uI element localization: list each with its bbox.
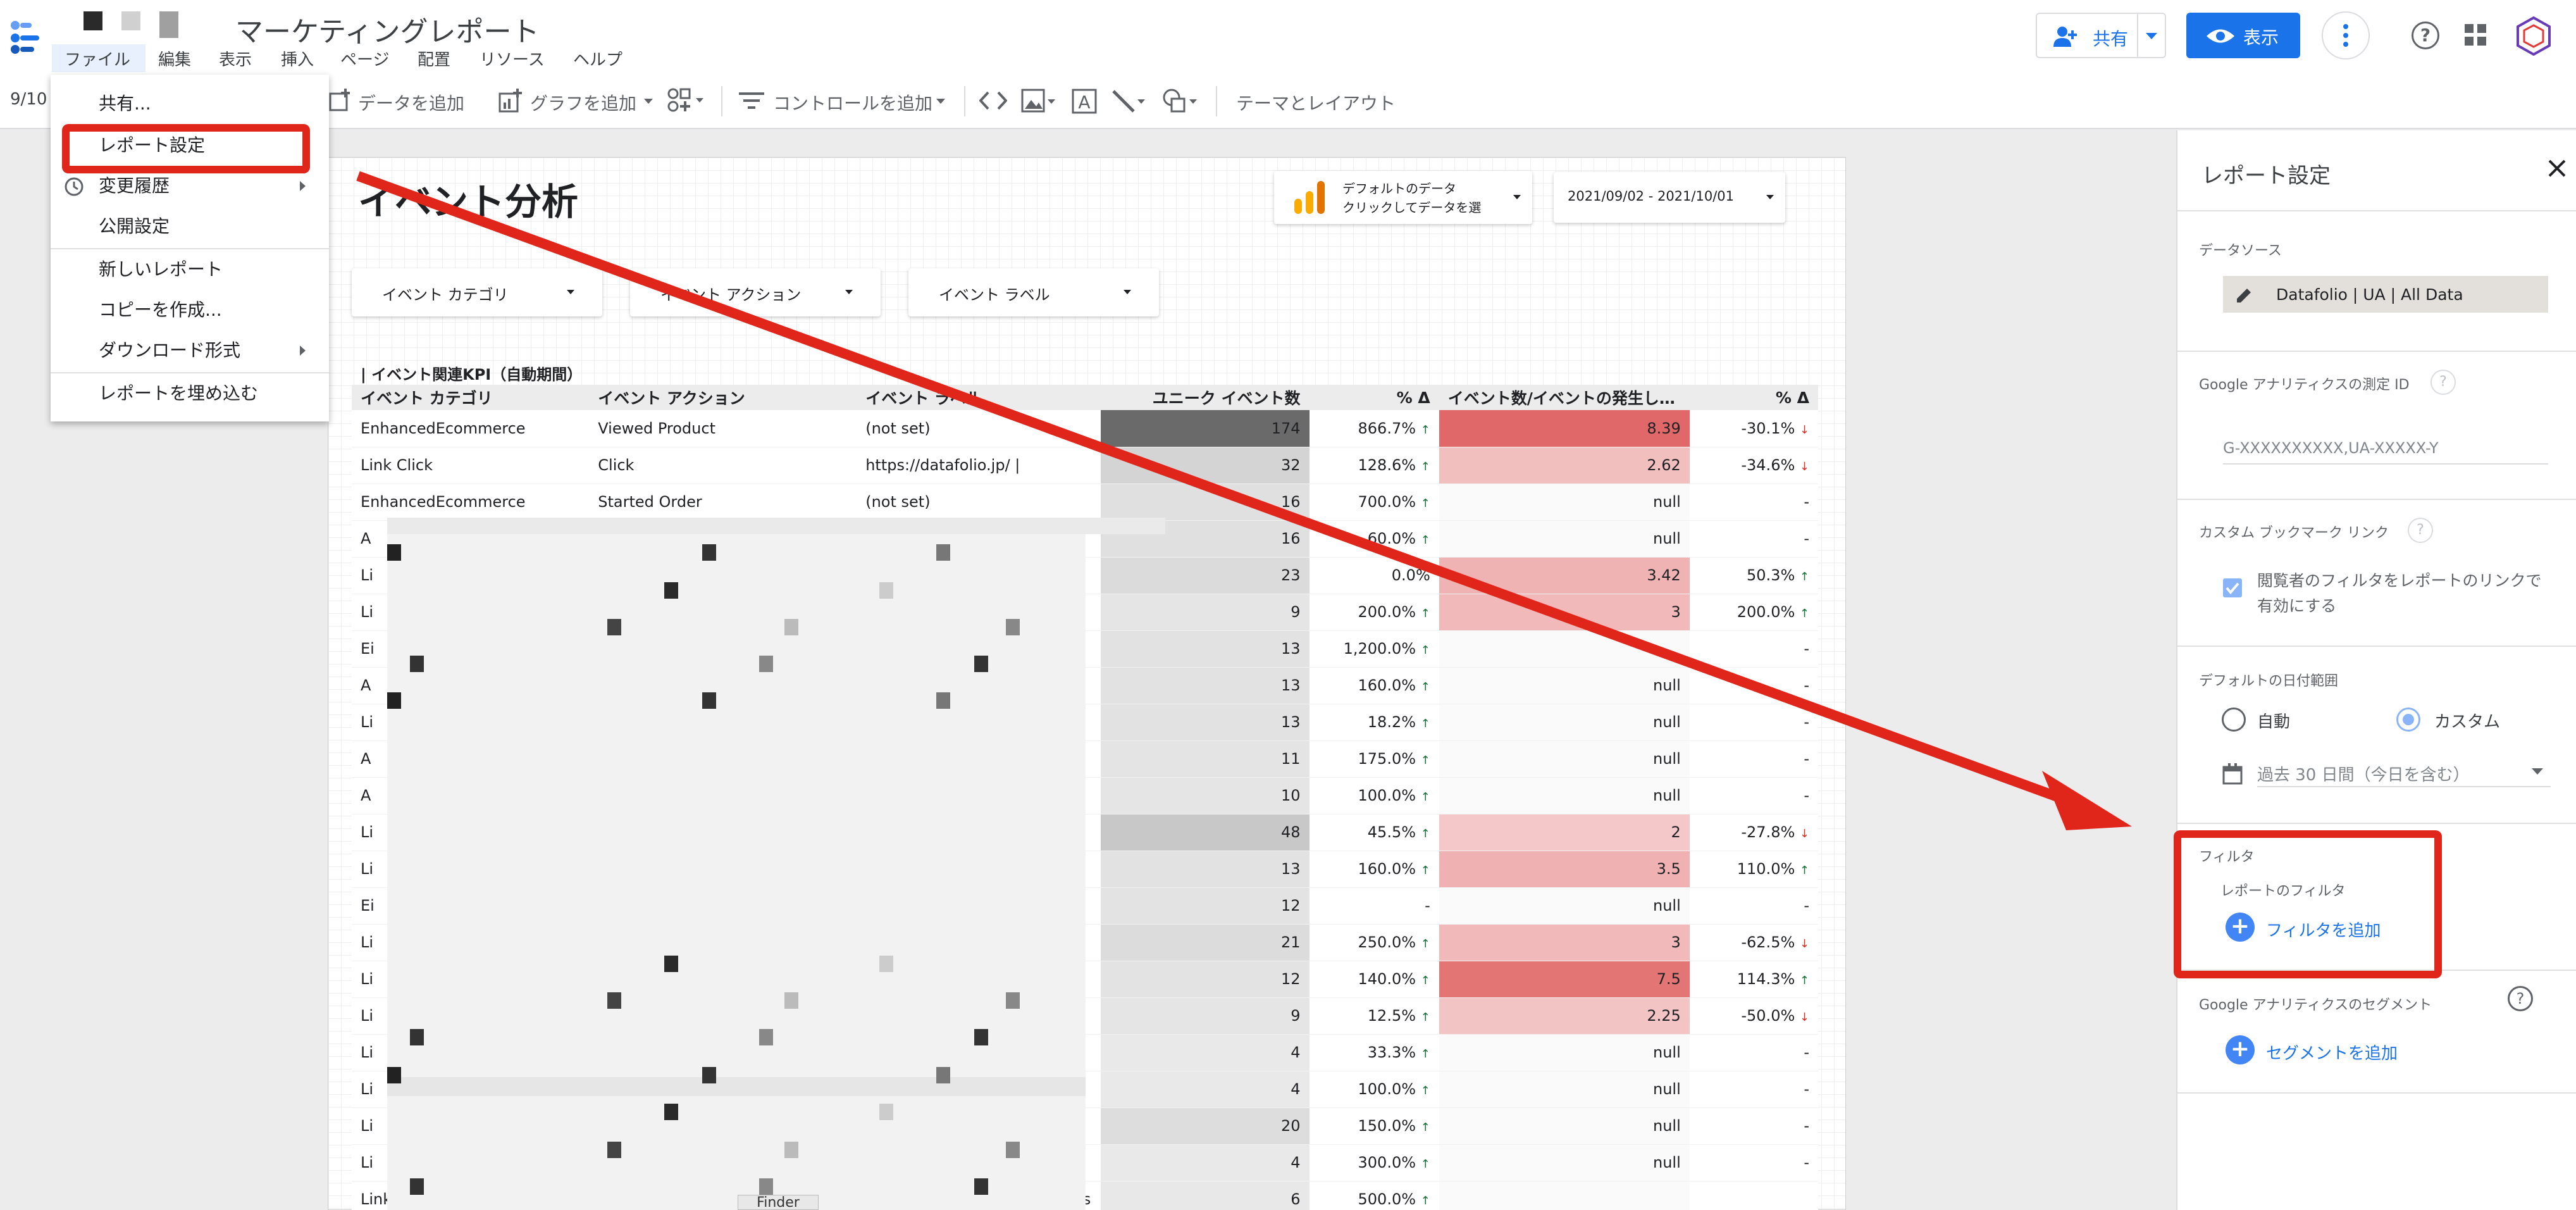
annotation-arrow bbox=[356, 171, 2132, 830]
